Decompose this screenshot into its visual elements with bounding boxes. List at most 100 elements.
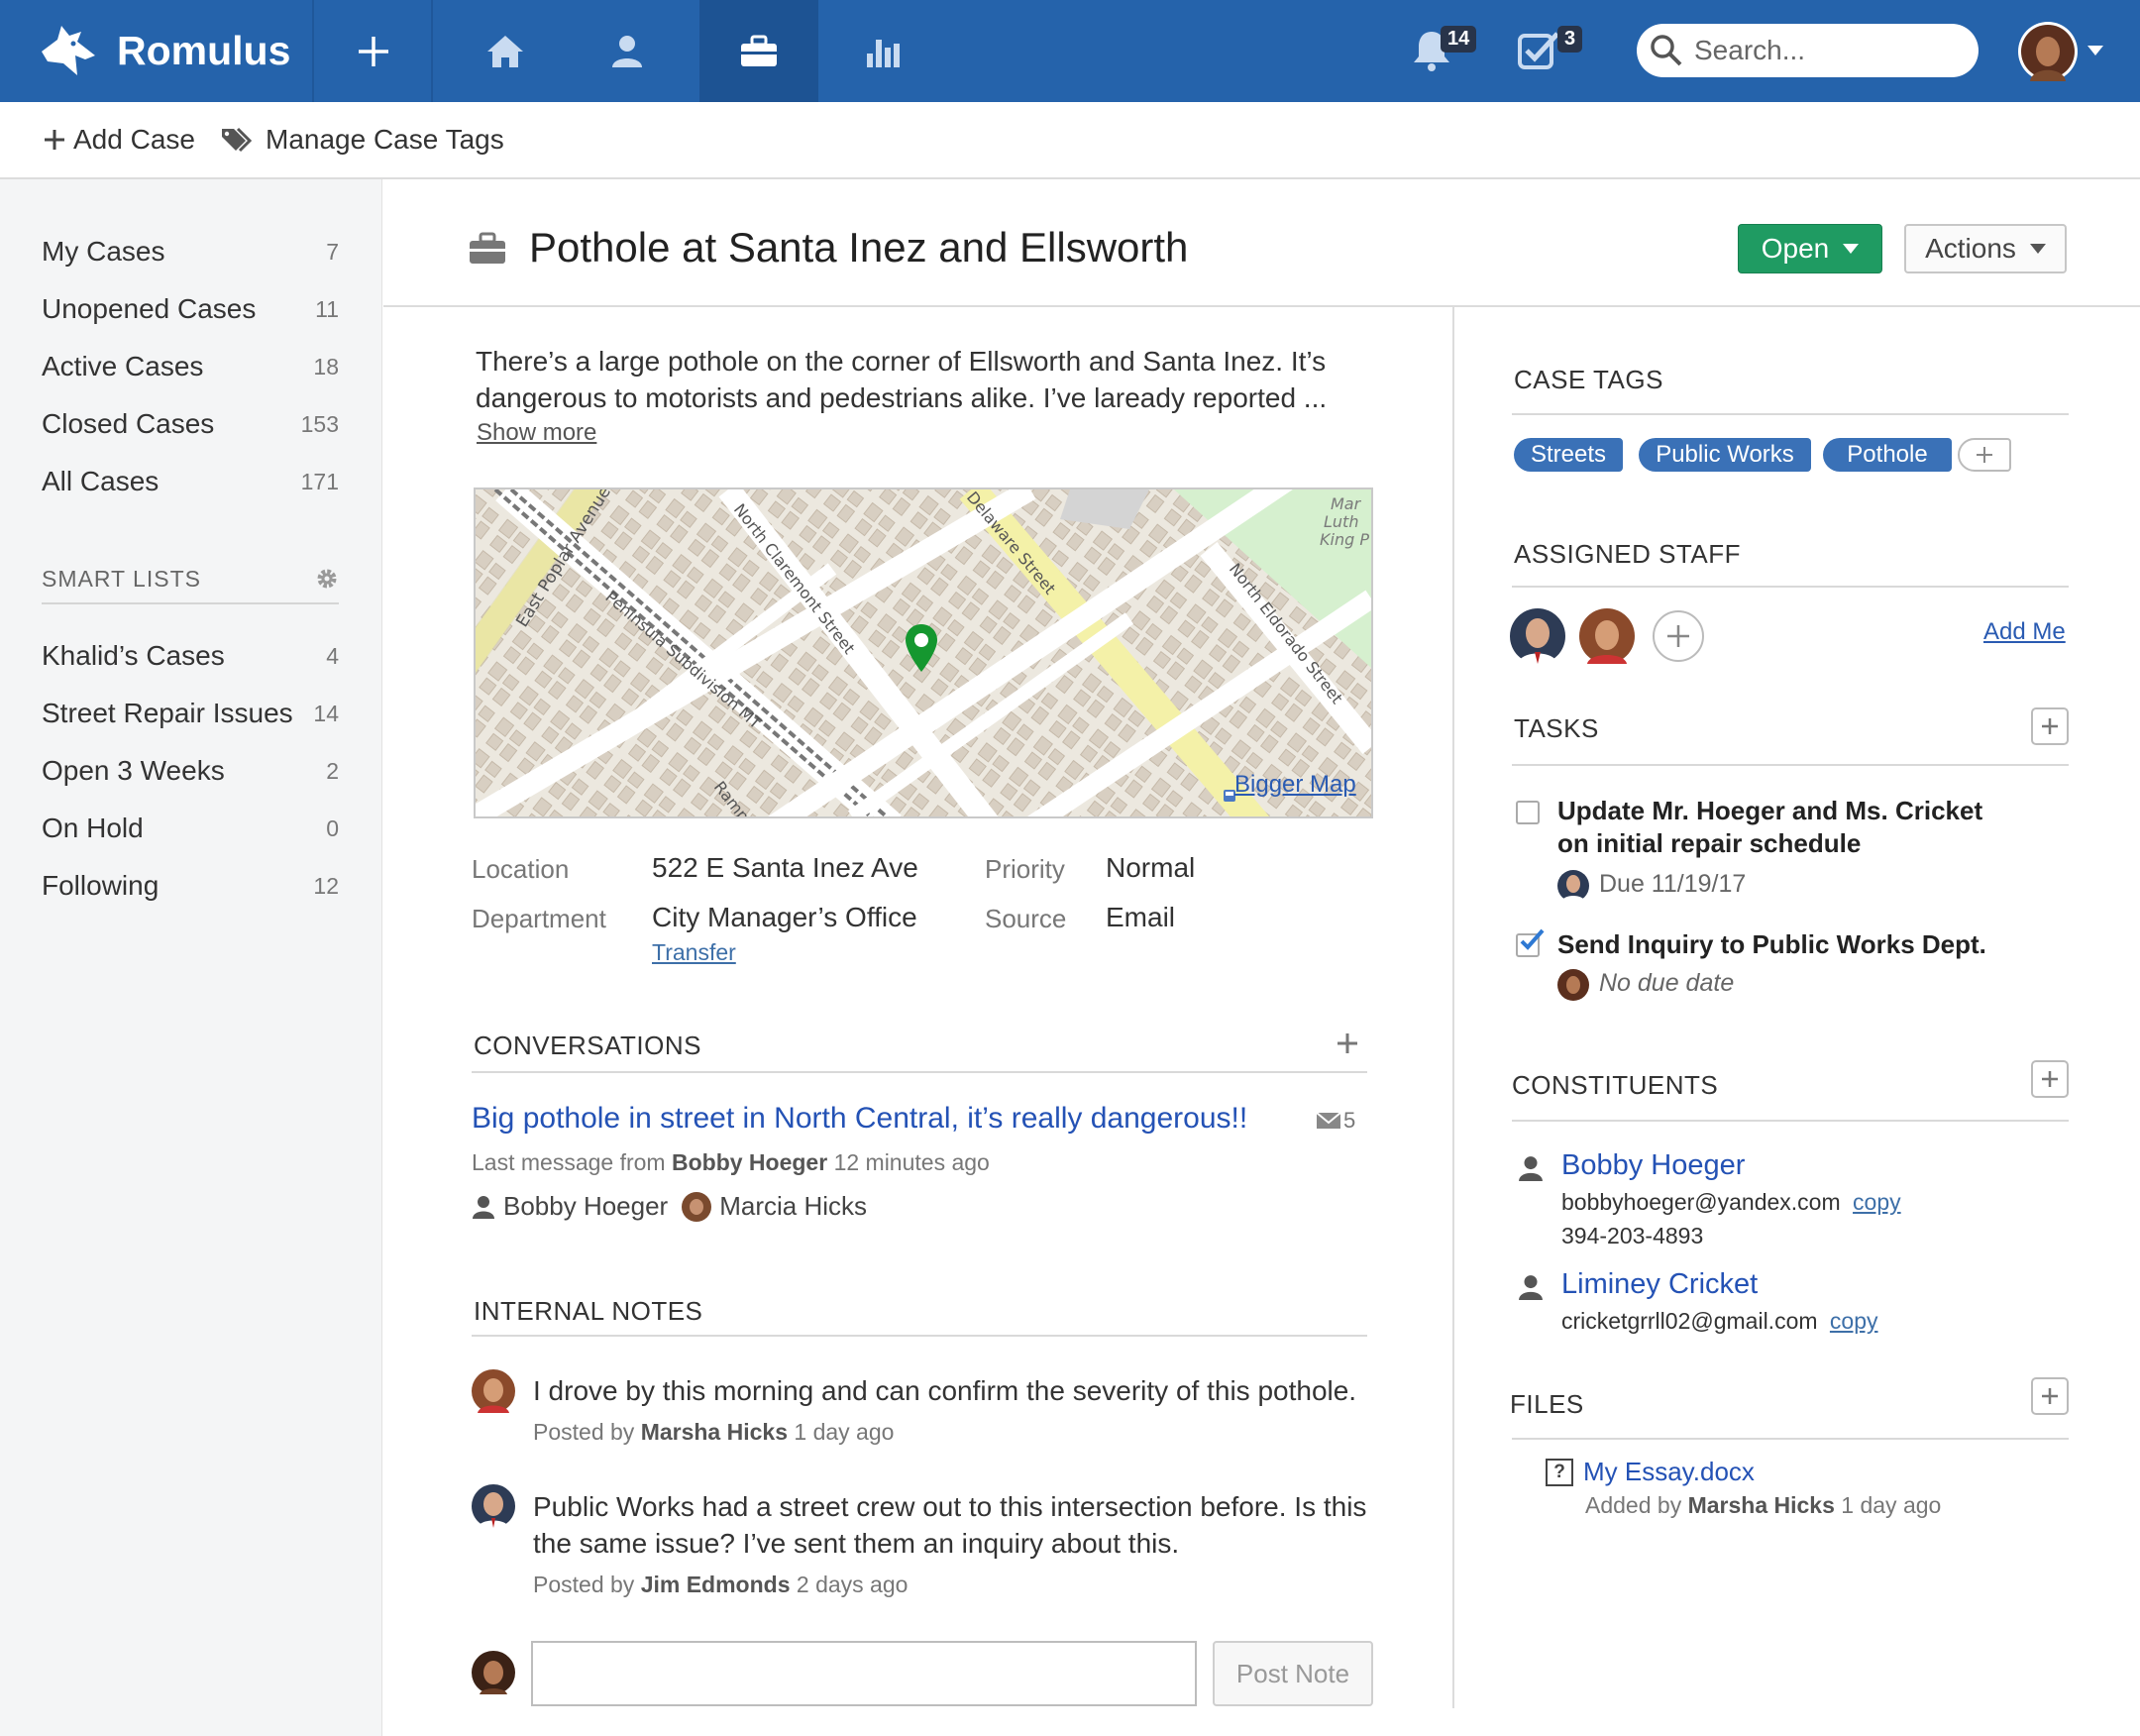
description-line: dangerous to motorists and pedestrians a… [476,382,1328,413]
constituent-phone: 394-203-4893 [1561,1223,1704,1248]
location-map[interactable]: East Poplar Avenue Peninsula Subdivision… [474,488,1373,818]
sidebar-item-open-3-weeks[interactable]: Open 3 Weeks 2 [42,751,339,791]
file-meta: Added by Marsha Hicks 1 day ago [1585,1492,1941,1519]
search-box[interactable]: Search... [1637,24,1979,77]
conversations-heading: CONVERSATIONS [474,1031,701,1060]
tag-streets[interactable]: Streets [1514,438,1623,472]
user-avatar[interactable] [2018,22,2078,81]
sidebar-item-count: 153 [300,410,339,437]
task-title[interactable]: Update Mr. Hoeger and Ms. Cricket on ini… [1557,795,1982,860]
note-author-avatar-icon [472,1369,515,1413]
gear-icon[interactable] [315,567,339,591]
plus-icon [2042,1388,2058,1404]
nav-people[interactable] [568,0,687,102]
nav-cases[interactable] [699,0,818,102]
note-author[interactable]: Marsha Hicks [641,1419,788,1445]
nav-reports[interactable] [823,0,942,102]
conversation-subject-link[interactable]: Big pothole in street in North Central, … [472,1102,1247,1136]
department-label: Department [472,904,606,933]
post-note-button[interactable]: Post Note [1213,1641,1373,1706]
smart-lists-header: SMART LISTS [42,559,339,598]
sidebar-item-khalids-cases[interactable]: Khalid’s Cases 4 [42,636,339,676]
column-divider [1452,307,1454,1708]
sidebar-item-closed-cases[interactable]: Closed Cases 153 [42,404,339,444]
tag-public-works[interactable]: Public Works [1639,438,1811,472]
task-title[interactable]: Send Inquiry to Public Works Dept. [1557,929,1986,960]
staff-avatar-icon[interactable] [1579,608,1635,664]
smart-lists-heading: SMART LISTS [42,565,201,592]
sidebar-item-on-hold[interactable]: On Hold 0 [42,809,339,848]
constituent-name-link[interactable]: Liminey Cricket [1561,1268,1758,1301]
user-avatar-icon [2021,25,2075,81]
notifications-button[interactable]: 14 [1409,26,1477,78]
note-text: I drove by this morning and can confirm … [533,1375,1357,1406]
staff-avatar-icon[interactable] [1510,608,1565,664]
add-task-button[interactable] [2031,707,2069,745]
sidebar-item-street-repair-issues[interactable]: Street Repair Issues 14 [42,694,339,733]
status-dropdown-button[interactable]: Open [1738,224,1882,273]
briefcase-icon [470,232,505,264]
add-tag-button[interactable] [1958,438,2011,472]
sidebar-item-count: 7 [326,238,339,265]
sidebar-item-label: Active Cases [42,351,204,381]
sidebar-item-count: 18 [313,353,339,380]
person-icon [612,35,642,67]
show-more-link[interactable]: Show more [477,419,596,447]
sidebar-item-all-cases[interactable]: All Cases 171 [42,462,339,501]
map-pin-icon[interactable] [904,622,939,674]
sidebar-item-my-cases[interactable]: My Cases 7 [42,232,339,271]
assigned-staff-divider [1512,586,2069,588]
tasks-button[interactable]: 3 [1516,26,1583,78]
note-text-line: Public Works had a street crew out to th… [533,1491,1367,1522]
file-name-link[interactable]: My Essay.docx [1583,1457,1755,1487]
task-checkbox[interactable] [1516,801,1540,824]
wolf-logo-icon [42,26,95,75]
file-author[interactable]: Marsha Hicks [1688,1492,1835,1518]
add-constituent-button[interactable] [2031,1060,2069,1098]
add-file-button[interactable] [2031,1377,2069,1415]
copy-email-link[interactable]: copy [1853,1189,1901,1215]
person-icon [1519,1275,1543,1300]
constituent-email: bobbyhoeger@yandex.com copy [1561,1189,1901,1216]
bigger-map-link[interactable]: Bigger Map [1234,771,1356,799]
task-checkbox-checked[interactable] [1516,928,1545,957]
last-message-author[interactable]: Bobby Hoeger [672,1149,827,1175]
sidebar-item-following[interactable]: Following 12 [42,866,339,906]
manage-case-tags-button[interactable]: Manage Case Tags [220,102,504,177]
tag-pothole[interactable]: Pothole [1823,438,1952,472]
nav-home[interactable] [446,0,565,102]
add-case-button[interactable]: Add Case [44,102,195,177]
new-item-button[interactable] [314,0,433,102]
participant-name[interactable]: Marcia Hicks [719,1191,867,1222]
constituents-divider [1512,1120,2069,1122]
constituent-name-link[interactable]: Bobby Hoeger [1561,1149,1745,1182]
nav-divider [431,0,433,102]
add-conversation-plus-icon[interactable] [1338,1033,1357,1053]
note-input[interactable] [531,1641,1197,1706]
search-input[interactable]: Search... [1694,35,1805,66]
note-meta-prefix: Posted by [533,1572,635,1597]
chevron-down-icon[interactable] [2087,46,2103,55]
conversation-participants: Bobby Hoeger Marcia Hicks [472,1191,867,1222]
add-staff-button[interactable] [1653,610,1704,662]
transfer-link[interactable]: Transfer [652,939,736,966]
person-icon [1519,1156,1543,1181]
chevron-down-icon [1843,244,1860,254]
actions-dropdown-button[interactable]: Actions [1904,224,2067,273]
tasks-heading: TASKS [1514,713,1599,743]
case-tags-heading: CASE TAGS [1514,365,1663,394]
source-label: Source [985,904,1067,933]
sidebar-item-unopened-cases[interactable]: Unopened Cases 11 [42,289,339,329]
sidebar-item-count: 2 [326,757,339,784]
sidebar-item-active-cases[interactable]: Active Cases 18 [42,347,339,386]
note-text: Public Works had a street crew out to th… [533,1488,1366,1562]
participant-name[interactable]: Bobby Hoeger [503,1191,668,1222]
task-assignee-avatar-icon [1557,969,1589,1001]
brand[interactable]: Romulus [38,16,290,85]
sidebar-item-count: 12 [313,872,339,899]
add-me-link[interactable]: Add Me [1983,618,2066,646]
sidebar-item-count: 11 [315,295,339,322]
note-author[interactable]: Jim Edmonds [641,1572,791,1597]
status-label: Open [1761,233,1830,264]
copy-email-link[interactable]: copy [1830,1308,1878,1334]
